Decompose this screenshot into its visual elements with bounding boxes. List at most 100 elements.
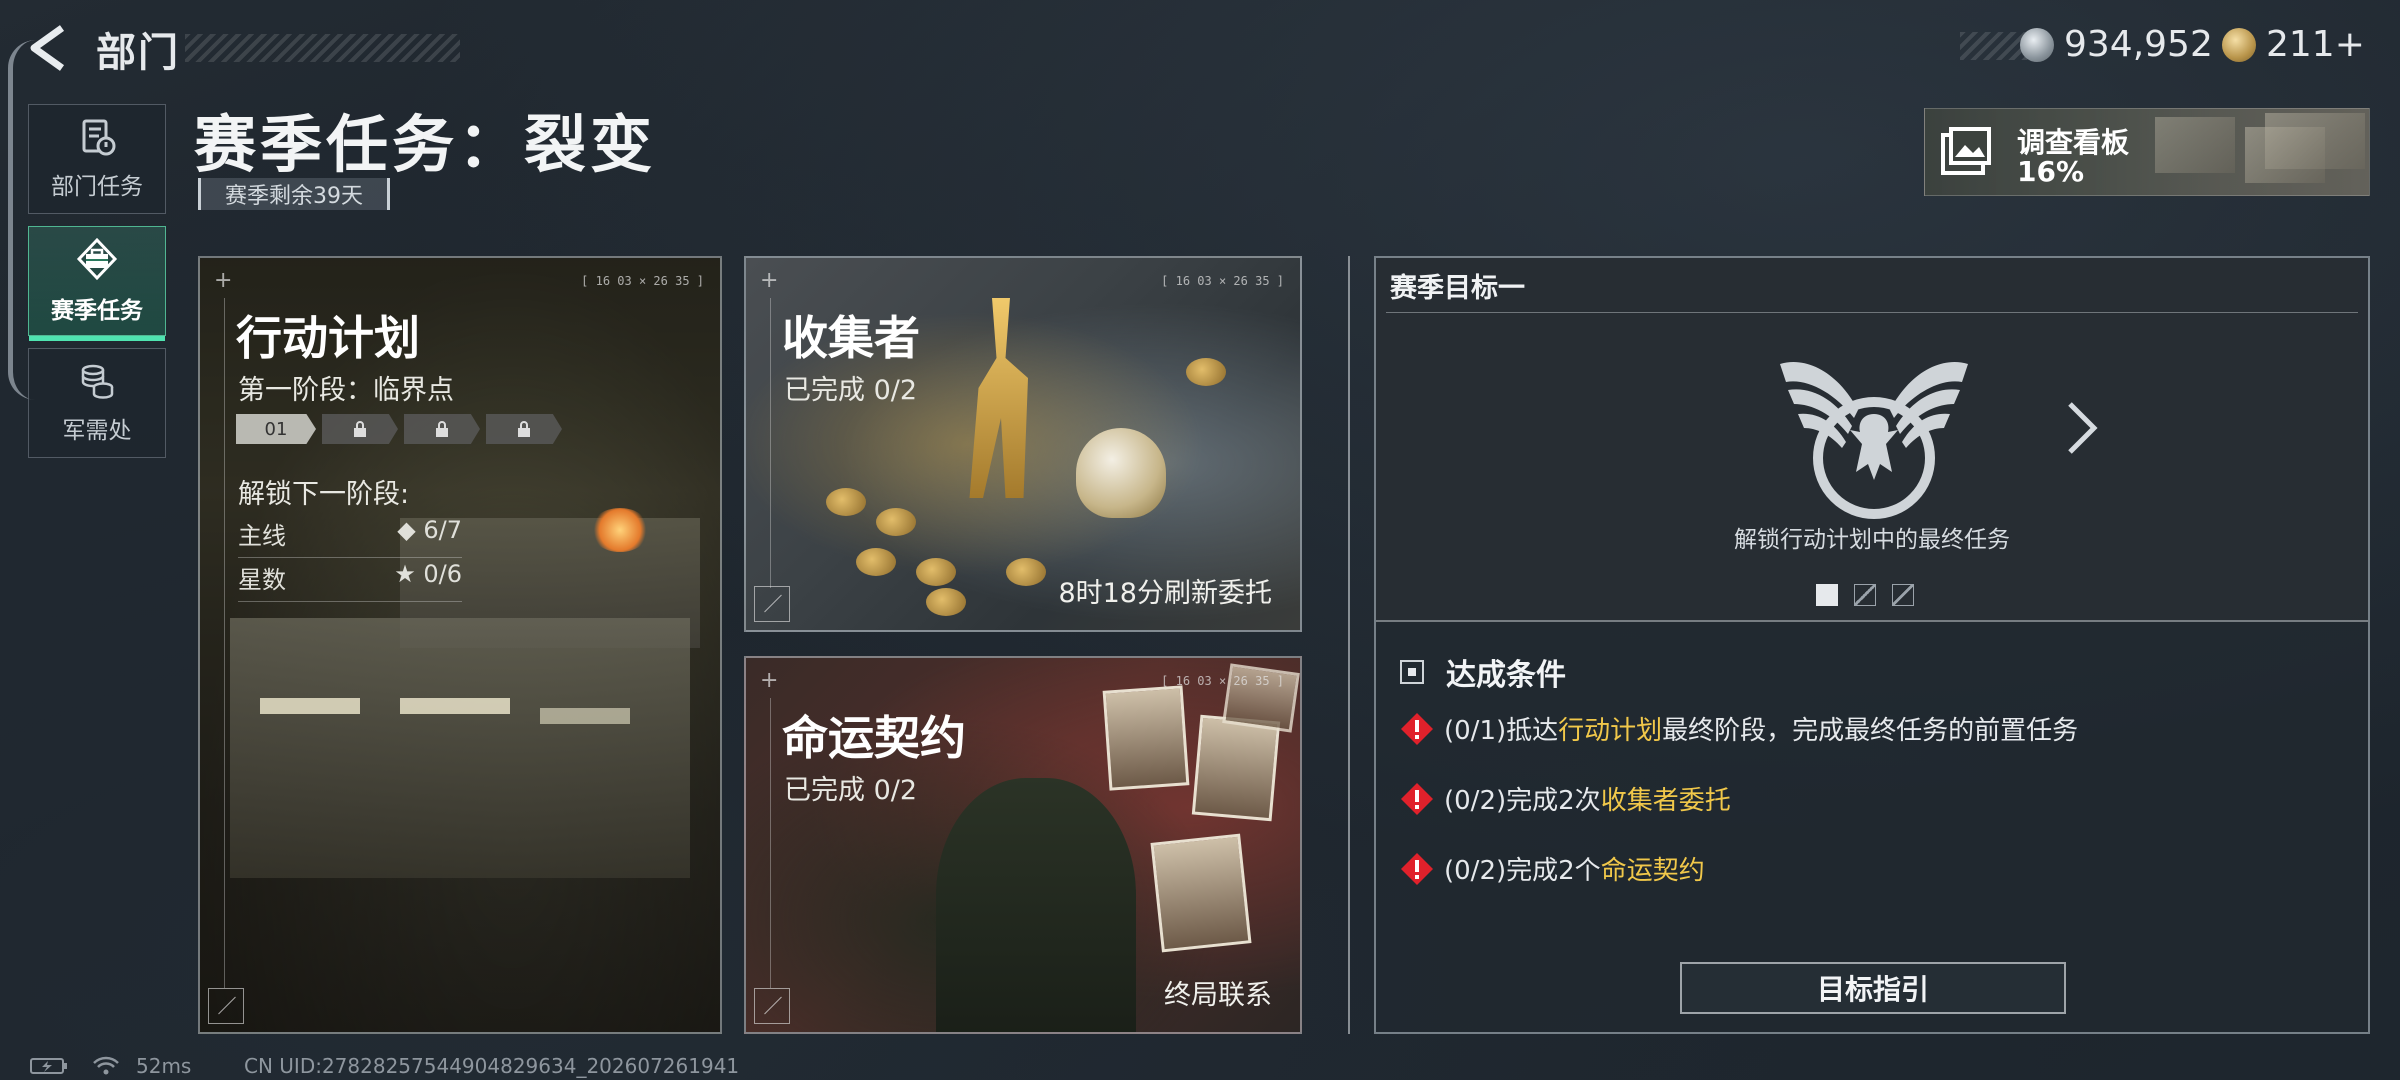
conditions-header: 达成条件 <box>1400 650 1566 694</box>
row-value: ◆ 6/7 <box>397 516 462 544</box>
condition-item: (0/2)完成2个命运契约 <box>1400 850 1705 887</box>
coin <box>876 508 916 536</box>
sidebar-item-label: 军需处 <box>62 418 132 444</box>
investigation-board-progress: 16% <box>2017 155 2085 188</box>
sidebar-item-label: 部门任务 <box>51 174 143 200</box>
status-bar: 52ms <box>30 1054 191 1078</box>
user-uid: CN UID:27828257544904829634_202607261941 <box>244 1054 740 1078</box>
warning-icon <box>1401 712 1433 745</box>
gold-currency[interactable]: 211+ <box>2222 24 2365 65</box>
investigation-board-icon <box>1941 127 1991 175</box>
supply-icon <box>81 364 114 399</box>
card-guide-line <box>770 698 771 988</box>
background-window <box>400 698 510 714</box>
row-value: ★ 0/6 <box>394 560 462 588</box>
condition-highlight: 命运契约 <box>1600 856 1705 886</box>
eagle-emblem-icon <box>1780 361 1968 519</box>
background-window <box>540 708 630 724</box>
unlock-next-stage-label: 解锁下一阶段: <box>238 479 410 510</box>
coin <box>856 548 896 576</box>
stage-segment-locked <box>322 414 398 444</box>
corner-decoration <box>208 988 244 1024</box>
card-coordinates: [ 16 03 × 26 35 ] <box>581 274 704 288</box>
background-building <box>230 618 690 878</box>
sidebar-scroll-arc <box>8 40 36 400</box>
coin <box>916 558 956 586</box>
condition-prefix: (0/1)抵达 <box>1444 716 1559 746</box>
ping-value: 52ms <box>136 1054 192 1078</box>
star-progress-row: 星数 ★ 0/6 <box>238 560 462 602</box>
gold-currency-value: 211+ <box>2266 24 2365 65</box>
card-coordinates: [ 16 03 × 26 35 ] <box>1161 274 1284 288</box>
condition-item: (0/1)抵达行动计划最终阶段，完成最终任务的前置任务 <box>1400 710 2078 747</box>
stage-segment-locked <box>404 414 480 444</box>
hooded-figure <box>936 778 1136 1032</box>
next-goal-arrow-icon[interactable] <box>2062 398 2102 458</box>
square-bullet-icon <box>1400 660 1424 684</box>
wifi-icon <box>93 1056 119 1075</box>
conditions-title: 达成条件 <box>1446 658 1566 693</box>
warning-icon <box>1401 852 1433 885</box>
silver-currency-value: 934,952 <box>2064 24 2213 65</box>
lock-icon <box>518 421 530 437</box>
gold-deer-statue <box>969 298 1028 498</box>
sidebar-item-department-tasks[interactable]: 部门任务 <box>28 104 166 214</box>
sidebar-item-label: 赛季任务 <box>51 298 143 324</box>
action-plan-card[interactable]: + [ 16 03 × 26 35 ] 行动计划 第一阶段：临界点 01 解锁下… <box>198 256 722 1034</box>
board-photo <box>2265 113 2365 169</box>
condition-prefix: (0/2)完成2次 <box>1444 786 1601 816</box>
card-coordinates: [ 16 03 × 26 35 ] <box>1161 674 1284 688</box>
stage-progress-bar: 01 <box>236 414 562 444</box>
goal-guide-button[interactable]: 目标指引 <box>1680 962 2066 1014</box>
pager-dot[interactable] <box>1854 584 1876 606</box>
corner-decoration <box>754 586 790 622</box>
wall-photo <box>1102 685 1190 791</box>
crosshair-mark: + <box>760 268 779 293</box>
card-footer-label: 终局联系 <box>1164 980 1272 1011</box>
investigation-board-button[interactable]: 调查看板 16% <box>1924 108 2370 196</box>
condition-highlight: 行动计划 <box>1558 716 1663 746</box>
card-progress: 已完成 0/2 <box>784 375 918 406</box>
gold-coin-icon <box>2222 27 2256 62</box>
coin <box>826 488 866 516</box>
silver-coin-icon <box>2020 27 2054 62</box>
season-task-icon <box>76 237 118 281</box>
goal-title-divider <box>1386 312 2358 313</box>
board-photo <box>2155 117 2235 173</box>
card-progress: 已完成 0/2 <box>784 775 918 806</box>
goal-title: 赛季目标一 <box>1390 273 1525 304</box>
stage-segment-locked <box>486 414 562 444</box>
wall-photo <box>1150 833 1252 953</box>
refresh-timer: 8时18分刷新委托 <box>1058 578 1272 609</box>
crosshair-mark: + <box>214 268 233 293</box>
collector-card[interactable]: + [ 16 03 × 26 35 ] 收集者 已完成 0/2 8时18分刷新委… <box>744 256 1302 632</box>
card-title: 命运契约 <box>782 711 966 765</box>
pager-dot[interactable] <box>1892 584 1914 606</box>
pager-dot-active[interactable] <box>1816 584 1838 606</box>
fate-contract-card[interactable]: + [ 16 03 × 26 35 ] 命运契约 已完成 0/2 终局联系 <box>744 656 1302 1034</box>
teacup <box>1076 428 1166 518</box>
row-label: 主线 <box>238 522 286 550</box>
current-stage-label: 第一阶段：临界点 <box>238 375 454 406</box>
background-fire <box>590 508 650 552</box>
stage-segment-current: 01 <box>236 414 316 444</box>
warning-icon <box>1401 782 1433 815</box>
corner-decoration <box>754 988 790 1024</box>
mainline-progress-row: 主线 ◆ 6/7 <box>238 516 462 558</box>
vertical-divider <box>1348 256 1350 1034</box>
sidebar-item-supply[interactable]: 军需处 <box>28 348 166 458</box>
silver-currency: 934,952 <box>2020 24 2213 65</box>
goal-pager <box>1816 584 1914 606</box>
condition-highlight: 收集者委托 <box>1600 786 1731 816</box>
condition-text: (0/1)抵达行动计划最终阶段，完成最终任务的前置任务 <box>1444 710 2078 747</box>
active-tab-indicator <box>29 336 165 341</box>
coin <box>1186 358 1226 386</box>
department-task-icon <box>82 119 116 156</box>
coin <box>926 588 966 616</box>
background-window <box>260 698 360 714</box>
sidebar-item-season-tasks[interactable]: 赛季任务 <box>28 226 166 341</box>
season-days-badge: 赛季剩余39天 <box>198 178 390 210</box>
page-title: 赛季任务：裂变 <box>194 108 657 181</box>
row-label: 星数 <box>238 566 286 594</box>
title-stripe-decoration <box>185 34 460 62</box>
